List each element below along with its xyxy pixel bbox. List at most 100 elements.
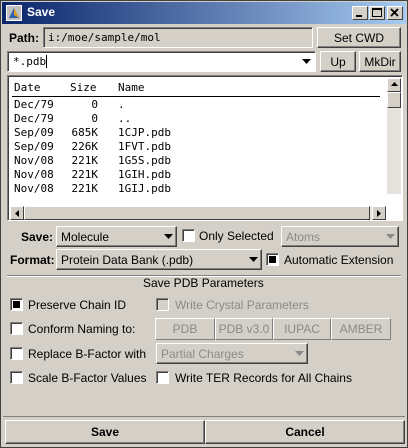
scroll-left-button[interactable] bbox=[10, 206, 24, 220]
file-name: 1GIJ.pdb bbox=[118, 182, 171, 195]
up-button[interactable]: Up bbox=[320, 51, 356, 72]
chevron-down-icon bbox=[386, 233, 395, 239]
maximize-button[interactable] bbox=[369, 6, 385, 20]
chevron-down-icon bbox=[295, 350, 304, 356]
arrow-up-icon bbox=[391, 82, 398, 86]
format-label: Format: bbox=[10, 253, 55, 267]
path-label: Path: bbox=[9, 31, 39, 45]
bfactor-source-value: Partial Charges bbox=[161, 346, 244, 361]
scroll-up-button[interactable] bbox=[387, 78, 401, 92]
conform-naming-checkbox[interactable] bbox=[10, 322, 23, 335]
write-ter-label: Write TER Records for All Chains bbox=[175, 371, 352, 385]
vertical-scrollbar[interactable] bbox=[387, 78, 401, 194]
file-name: 1CJP.pdb bbox=[118, 126, 171, 139]
text-cursor bbox=[46, 55, 47, 68]
col-size[interactable]: Size bbox=[70, 81, 97, 94]
file-list-header: Date Size Name bbox=[14, 81, 376, 95]
only-selected-label: Only Selected bbox=[199, 229, 274, 243]
pdb-section-title: Save PDB Parameters bbox=[143, 276, 264, 290]
file-date: Nov/08 bbox=[14, 154, 54, 167]
path-field: i:/moe/sample/mol bbox=[43, 27, 313, 48]
naming-option-amber[interactable]: AMBER bbox=[331, 318, 391, 340]
horizontal-scrollbar[interactable] bbox=[10, 206, 386, 220]
file-name: .. bbox=[118, 112, 132, 125]
chevron-down-icon bbox=[249, 256, 258, 262]
col-name[interactable]: Name bbox=[118, 81, 145, 94]
scroll-right-button[interactable] bbox=[372, 206, 386, 220]
automatic-extension-checkbox[interactable] bbox=[266, 253, 279, 266]
path-value: i:/moe/sample/mol bbox=[48, 31, 161, 44]
preserve-chain-label: Preserve Chain ID bbox=[28, 298, 127, 312]
mkdir-button[interactable]: MkDir bbox=[359, 51, 401, 72]
naming-option-pdb[interactable]: PDB bbox=[155, 318, 215, 340]
file-date: Sep/09 bbox=[14, 126, 54, 139]
file-row[interactable]: Nov/08 221K 1GIJ.pdb bbox=[14, 182, 376, 196]
format-value: Protein Data Bank (.pdb) bbox=[61, 252, 194, 267]
write-crystal-label: Write Crystal Parameters bbox=[175, 298, 309, 312]
cancel-button[interactable]: Cancel bbox=[205, 420, 405, 444]
atoms-value: Atoms bbox=[286, 229, 321, 244]
filter-input[interactable]: *.pdb bbox=[13, 55, 46, 68]
file-list[interactable]: Date Size Name Dec/79 0 . Dec/79 0 .. Se… bbox=[7, 75, 403, 221]
atoms-select[interactable]: Atoms bbox=[281, 226, 399, 247]
file-name: 1GIH.pdb bbox=[118, 168, 171, 181]
file-size: 0 bbox=[91, 98, 98, 111]
close-icon bbox=[390, 8, 399, 17]
file-row[interactable]: Nov/08 221K 1GIH.pdb bbox=[14, 168, 376, 182]
footer-separator bbox=[3, 416, 405, 417]
file-date: Sep/09 bbox=[14, 140, 54, 153]
filter-combo[interactable]: *.pdb bbox=[7, 51, 316, 72]
minimize-icon bbox=[356, 15, 362, 17]
file-row[interactable]: Sep/09 685K 1CJP.pdb bbox=[14, 126, 376, 140]
scale-bfactor-checkbox[interactable] bbox=[10, 371, 23, 384]
arrow-left-icon bbox=[15, 210, 19, 217]
maximize-icon bbox=[372, 8, 382, 17]
file-size: 226K bbox=[71, 140, 99, 153]
chevron-down-icon bbox=[164, 233, 173, 239]
file-date: Dec/79 bbox=[14, 98, 54, 111]
file-row[interactable]: Nov/08 221K 1G5S.pdb bbox=[14, 154, 376, 168]
write-ter-checkbox[interactable] bbox=[156, 371, 169, 384]
replace-bfactor-checkbox[interactable] bbox=[10, 347, 23, 360]
save-button[interactable]: Save bbox=[5, 420, 205, 444]
file-date: Nov/08 bbox=[14, 182, 54, 195]
write-crystal-checkbox[interactable] bbox=[156, 298, 169, 311]
checkbox-filled-icon bbox=[269, 256, 276, 263]
horizontal-scroll-thumb[interactable] bbox=[24, 206, 370, 220]
naming-option-iupac[interactable]: IUPAC bbox=[273, 318, 331, 340]
save-dialog: Save Path: i:/moe/sample/mol Set CWD *.p… bbox=[0, 0, 408, 448]
set-cwd-button[interactable]: Set CWD bbox=[317, 27, 401, 48]
file-date: Nov/08 bbox=[14, 168, 54, 181]
file-date: Dec/79 bbox=[14, 112, 54, 125]
file-size: 685K bbox=[71, 126, 99, 139]
file-size: 221K bbox=[71, 182, 99, 195]
bfactor-source-select[interactable]: Partial Charges bbox=[156, 343, 308, 364]
file-row[interactable]: Sep/09 226K 1FVT.pdb bbox=[14, 140, 376, 154]
only-selected-checkbox[interactable] bbox=[182, 229, 195, 242]
title-bar[interactable]: Save bbox=[2, 2, 406, 24]
file-name: 1G5S.pdb bbox=[118, 154, 171, 167]
save-type-select[interactable]: Molecule bbox=[56, 226, 177, 247]
file-size: 221K bbox=[71, 168, 99, 181]
preserve-chain-checkbox[interactable] bbox=[10, 298, 23, 311]
window-title: Save bbox=[27, 5, 56, 19]
chevron-down-icon[interactable] bbox=[302, 59, 311, 65]
minimize-button[interactable] bbox=[352, 6, 368, 20]
naming-option-pdb-v3[interactable]: PDB v3.0 bbox=[215, 318, 273, 340]
close-button[interactable] bbox=[387, 6, 403, 20]
file-row[interactable]: Dec/79 0 . bbox=[14, 98, 376, 112]
file-name: . bbox=[118, 98, 125, 111]
save-type-value: Molecule bbox=[61, 229, 110, 244]
file-name: 1FVT.pdb bbox=[118, 140, 171, 153]
file-size: 0 bbox=[91, 112, 98, 125]
save-label: Save: bbox=[21, 230, 54, 244]
vertical-scroll-thumb[interactable] bbox=[387, 92, 401, 108]
header-divider bbox=[12, 96, 380, 97]
file-row[interactable]: Dec/79 0 .. bbox=[14, 112, 376, 126]
col-date[interactable]: Date bbox=[14, 81, 41, 94]
format-select[interactable]: Protein Data Bank (.pdb) bbox=[56, 249, 262, 270]
scale-bfactor-label: Scale B-Factor Values bbox=[28, 371, 147, 385]
checkbox-filled-icon bbox=[13, 301, 20, 308]
replace-bfactor-label: Replace B-Factor with bbox=[28, 347, 147, 361]
app-icon bbox=[6, 5, 22, 21]
